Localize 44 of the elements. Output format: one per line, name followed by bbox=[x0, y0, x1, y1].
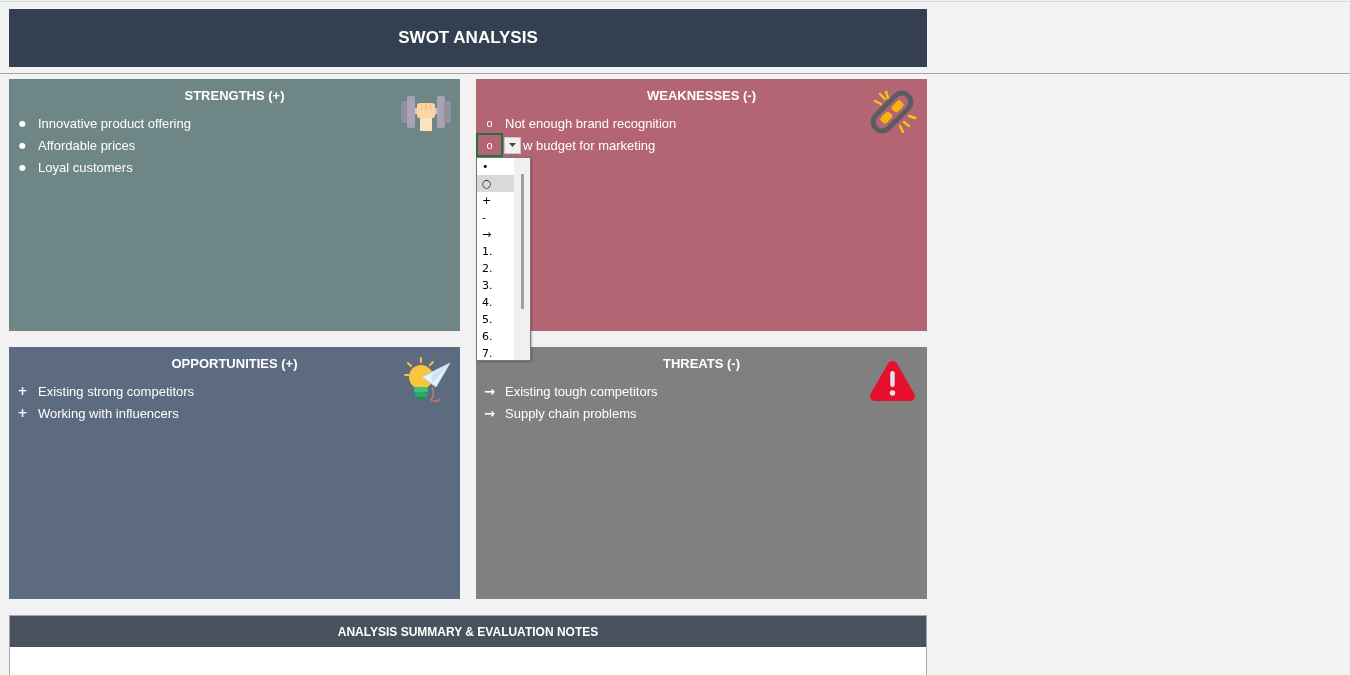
list-marker[interactable]: ● bbox=[9, 155, 36, 179]
quadrant-title: THREATS (-) bbox=[662, 355, 741, 373]
quadrant-title: OPPORTUNITIES (+) bbox=[170, 355, 299, 373]
quadrant-title: WEAKNESSES (-) bbox=[645, 87, 758, 105]
quadrant-title: STRENGTHS (+) bbox=[183, 87, 286, 105]
list-item-text: Working with influencers bbox=[38, 405, 179, 421]
list-marker[interactable]: → bbox=[476, 401, 503, 425]
dropdown-option[interactable]: 7. bbox=[477, 345, 514, 362]
dropdown-option[interactable]: 3. bbox=[477, 277, 514, 294]
dropdown-option[interactable]: 5. bbox=[477, 311, 514, 328]
dropdown-option[interactable]: ○ bbox=[477, 175, 514, 192]
list-item-text: w budget for marketing bbox=[523, 137, 656, 153]
caret-icon bbox=[509, 143, 516, 147]
notes-field[interactable] bbox=[9, 647, 927, 675]
scrollbar-thumb[interactable] bbox=[521, 174, 524, 309]
dropdown-button[interactable] bbox=[504, 136, 521, 154]
page-title: SWOT ANALYSIS bbox=[398, 28, 538, 48]
list-item-text: Affordable prices bbox=[38, 137, 136, 153]
list-marker[interactable]: + bbox=[9, 379, 36, 403]
summary-title: ANALYSIS SUMMARY & EVALUATION NOTES bbox=[337, 624, 599, 639]
list-marker[interactable]: o bbox=[476, 111, 503, 135]
list-item-text: Innovative product offering bbox=[38, 115, 191, 131]
dropdown-option[interactable]: 6. bbox=[477, 328, 514, 345]
list-item-text: Loyal customers bbox=[38, 159, 133, 175]
list-item-text: Not enough brand recognition bbox=[505, 115, 677, 131]
list-item-text: Existing tough competitors bbox=[505, 383, 658, 399]
dropdown-option[interactable]: • bbox=[477, 158, 514, 175]
dropdown-option[interactable]: - bbox=[477, 209, 514, 226]
warning-icon bbox=[868, 359, 917, 403]
list-marker[interactable]: → bbox=[476, 379, 503, 403]
lightbulb-paper-plane-icon bbox=[402, 357, 450, 405]
dropdown-option[interactable]: 4. bbox=[477, 294, 514, 311]
list-item-text: Supply chain problems bbox=[505, 405, 637, 421]
list-marker[interactable]: + bbox=[9, 401, 36, 425]
dumbbell-icon bbox=[401, 93, 451, 131]
list-marker[interactable]: ● bbox=[9, 111, 36, 135]
scrollbar-track[interactable] bbox=[514, 158, 530, 360]
dropdown-option[interactable]: → bbox=[477, 226, 514, 243]
dropdown-option[interactable]: 2. bbox=[477, 260, 514, 277]
list-marker[interactable]: ● bbox=[9, 133, 36, 157]
list-marker[interactable]: o bbox=[476, 133, 503, 157]
dropdown-option[interactable]: + bbox=[477, 192, 514, 209]
dropdown-option[interactable]: 1. bbox=[477, 243, 514, 260]
list-item-text: Existing strong competitors bbox=[38, 383, 195, 399]
